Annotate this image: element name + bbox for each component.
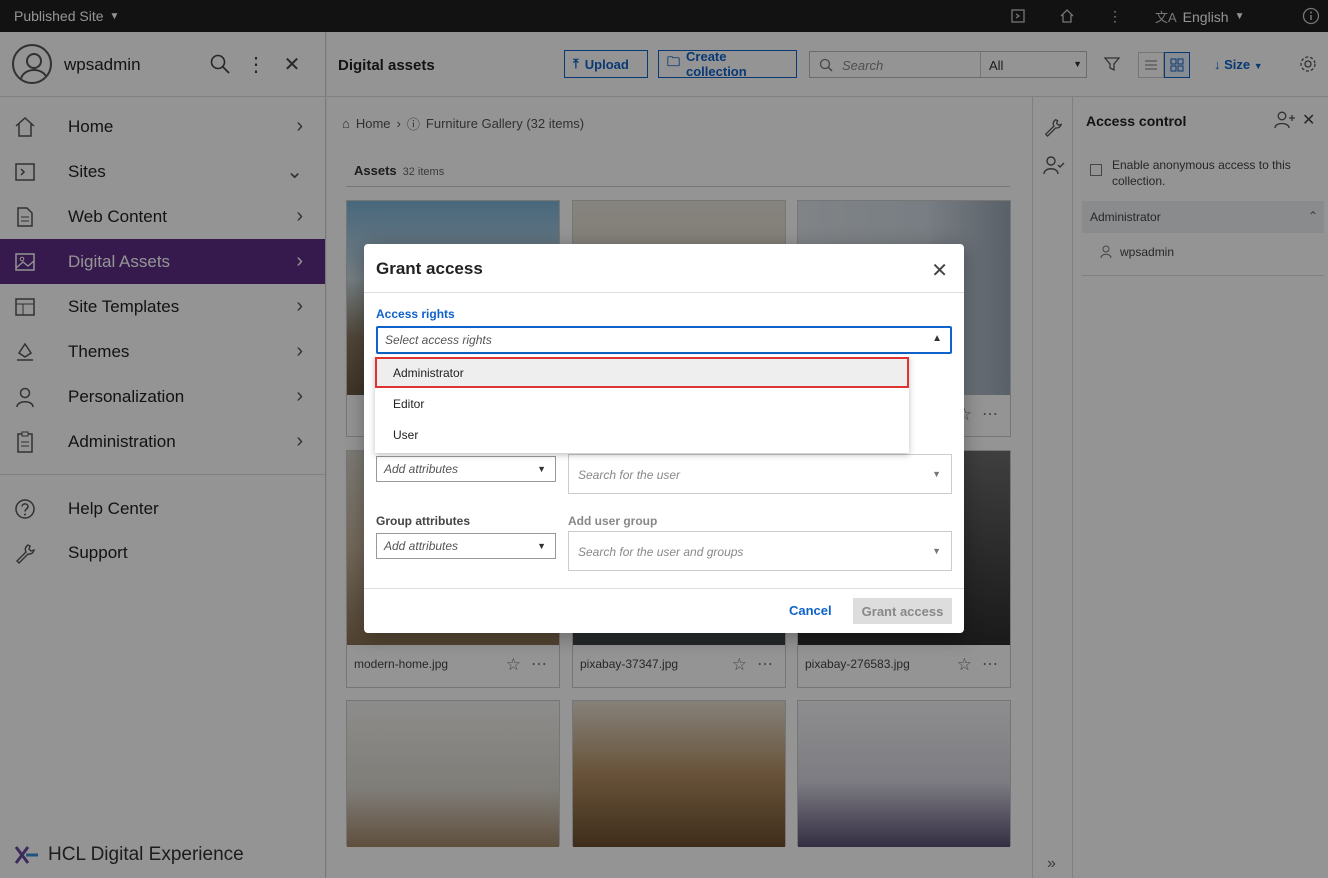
- access-rights-select[interactable]: Select access rights ▲: [376, 326, 952, 354]
- chevron-down-icon: ▼: [932, 546, 941, 556]
- user-search-placeholder: Search for the user: [578, 468, 681, 482]
- grant-access-dialog: Grant access ✕ Access rights Select acce…: [364, 244, 964, 633]
- option-user[interactable]: User: [375, 419, 909, 450]
- access-rights-placeholder: Select access rights: [385, 333, 492, 347]
- option-editor[interactable]: Editor: [375, 388, 909, 419]
- group-attributes-placeholder: Add attributes: [384, 539, 459, 553]
- divider: [364, 292, 964, 293]
- cancel-button[interactable]: Cancel: [789, 603, 832, 618]
- group-search-input[interactable]: Search for the user and groups ▼: [568, 531, 952, 571]
- user-attributes-placeholder: Add attributes: [384, 462, 459, 476]
- chevron-down-icon: ▼: [537, 541, 546, 551]
- user-attributes-select[interactable]: Add attributes ▼: [376, 456, 556, 482]
- option-administrator[interactable]: Administrator: [375, 357, 909, 388]
- chevron-up-icon: ▲: [932, 333, 942, 344]
- close-icon[interactable]: ✕: [931, 258, 948, 283]
- dialog-title: Grant access: [376, 259, 483, 278]
- divider: [364, 588, 964, 589]
- add-user-group-label: Add user group: [568, 514, 658, 528]
- access-rights-label: Access rights: [376, 307, 455, 321]
- group-attributes-label: Group attributes: [376, 514, 471, 528]
- group-search-placeholder: Search for the user and groups: [578, 545, 744, 559]
- grant-access-button[interactable]: Grant access: [853, 598, 952, 624]
- user-search-input[interactable]: Search for the user ▼: [568, 454, 952, 494]
- group-attributes-select[interactable]: Add attributes ▼: [376, 533, 556, 559]
- access-rights-dropdown: Administrator Editor User: [375, 355, 909, 453]
- chevron-down-icon: ▼: [932, 469, 941, 479]
- chevron-down-icon: ▼: [537, 464, 546, 474]
